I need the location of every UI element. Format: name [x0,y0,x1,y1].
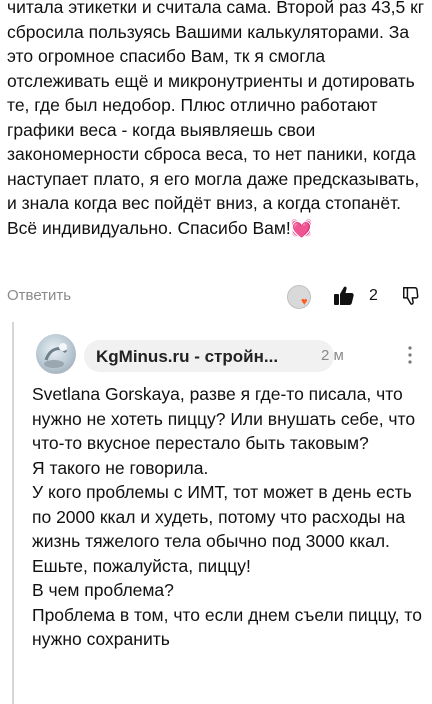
reply-paragraph: Проблема в том, что если днем съели пицц… [32,604,422,650]
reply-paragraph: В чем проблема? [32,580,174,600]
reply-time: 2 м [321,347,344,364]
reply-paragraph: Ешьте, пожалуйста, пиццу! [32,555,251,576]
more-vertical-icon[interactable] [404,344,416,366]
heart-icon: ♥ [301,296,308,308]
comment-text: читала этикетки и считала сама. Второй р… [7,0,431,240]
author-pill[interactable]: KgMinus.ru - стройн... [84,340,334,372]
thumbs-up-icon[interactable] [332,284,356,308]
like-count: 2 [369,287,378,304]
reply-header: KgMinus.ru - стройн... 2 м [32,330,430,378]
avatar[interactable] [36,334,76,374]
reply-comment: KgMinus.ru - стройн... 2 м Svetlana Gors… [32,330,430,649]
reply-paragraph: Svetlana Gorskaya, разве я где-то писала… [32,384,416,453]
comment-body: читала этикетки и считала сама. Второй р… [7,0,430,238]
author-name[interactable]: KgMinus.ru - стройн... [96,347,278,367]
avatar-image-icon [44,343,68,368]
thread-line [12,322,14,704]
reply-paragraph: Я такого не говорила. [32,457,209,478]
reply-button[interactable]: Ответить [7,287,71,304]
comment-actions: Ответить ♥ 2 [7,284,425,310]
reply-paragraph: У кого проблемы с ИМТ, тот может в день … [32,482,412,551]
reply-body: Svetlana Gorskaya, разве я где-то писала… [32,382,430,652]
thumbs-down-icon[interactable] [401,285,423,307]
